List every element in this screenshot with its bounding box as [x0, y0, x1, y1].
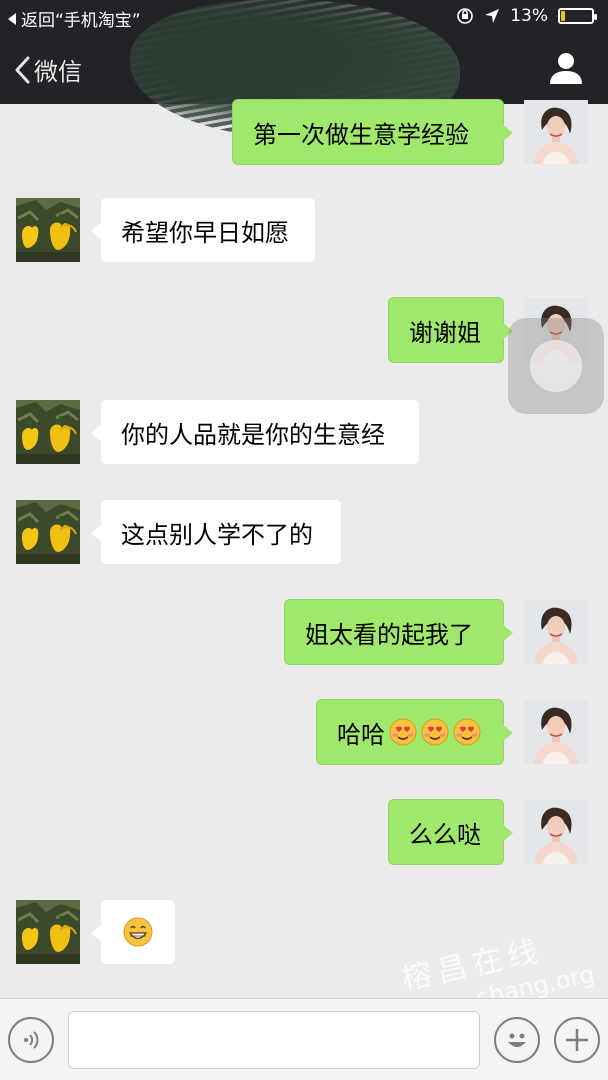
orientation-lock-icon	[457, 8, 474, 24]
blushing-heart-eyes-emoji-icon	[453, 718, 481, 746]
my-avatar[interactable]	[524, 800, 588, 864]
yellow-peppers-icon	[16, 198, 80, 262]
battery-level	[561, 11, 565, 21]
emoji	[389, 718, 417, 746]
message-text: 谢谢姐	[409, 318, 481, 347]
woman-portrait-icon	[524, 100, 588, 164]
plus-icon	[566, 1029, 588, 1051]
more-button[interactable]	[554, 1017, 600, 1063]
emoji	[123, 917, 153, 947]
message-bubble[interactable]: 姐太看的起我了	[284, 599, 513, 665]
assistive-touch-button[interactable]	[508, 318, 604, 414]
profile-icon[interactable]	[548, 50, 584, 86]
message-text: 第一次做生意学经验	[253, 120, 469, 149]
message-text: 你的人品就是你的生意经	[121, 420, 385, 449]
emoji-icon	[508, 1033, 526, 1047]
back-triangle-icon	[8, 12, 16, 25]
message-text: 么么哒	[409, 820, 481, 849]
my-avatar[interactable]	[524, 600, 588, 664]
emoji	[453, 718, 481, 746]
chevron-left-icon	[15, 56, 30, 83]
contact-avatar[interactable]	[16, 900, 80, 964]
woman-portrait-icon	[524, 700, 588, 764]
battery-percent: 13%	[510, 6, 548, 26]
voice-icon	[24, 1031, 39, 1049]
message-bubble[interactable]: 这点别人学不了的	[91, 499, 342, 565]
blushing-heart-eyes-emoji-icon	[389, 718, 417, 746]
message-text: 这点别人学不了的	[121, 520, 313, 549]
message-bubble[interactable]: 第一次做生意学经验	[232, 99, 513, 165]
woman-portrait-icon	[524, 800, 588, 864]
message-bubble[interactable]: 么么哒	[388, 799, 513, 865]
status-indicators: 13%	[456, 6, 597, 26]
contact-avatar[interactable]	[16, 500, 80, 564]
battery-icon	[558, 8, 597, 24]
message-text: 姐太看的起我了	[305, 620, 473, 649]
status-back-link[interactable]: 返回“手机淘宝”	[8, 6, 141, 31]
woman-portrait-icon	[524, 600, 588, 664]
message-bubble[interactable]	[91, 899, 176, 965]
grinning-emoji-icon	[123, 917, 153, 947]
contact-avatar[interactable]	[16, 198, 80, 262]
yellow-peppers-icon	[16, 500, 80, 564]
emoji-button[interactable]	[494, 1017, 540, 1063]
emoji	[421, 718, 449, 746]
yellow-peppers-icon	[16, 900, 80, 964]
my-avatar[interactable]	[524, 700, 588, 764]
my-avatar[interactable]	[524, 100, 588, 164]
contact-avatar[interactable]	[16, 400, 80, 464]
nav-back-label: 微信	[34, 58, 82, 86]
message-bubble[interactable]: 哈哈	[316, 699, 513, 765]
location-arrow-icon	[485, 9, 500, 23]
yellow-peppers-icon	[16, 400, 80, 464]
message-bubble[interactable]: 谢谢姐	[388, 297, 513, 363]
blushing-heart-eyes-emoji-icon	[421, 718, 449, 746]
nav-back-button[interactable]: 微信	[14, 52, 82, 87]
message-bubble[interactable]: 希望你早日如愿	[91, 197, 316, 263]
status-back-label: 返回“手机淘宝”	[21, 11, 141, 31]
message-bubble[interactable]: 你的人品就是你的生意经	[91, 399, 420, 465]
input-bar	[0, 998, 608, 1080]
voice-button[interactable]	[8, 1017, 54, 1063]
message-input[interactable]	[68, 1011, 480, 1069]
message-text: 哈哈	[337, 720, 385, 749]
message-text: 希望你早日如愿	[121, 218, 289, 247]
